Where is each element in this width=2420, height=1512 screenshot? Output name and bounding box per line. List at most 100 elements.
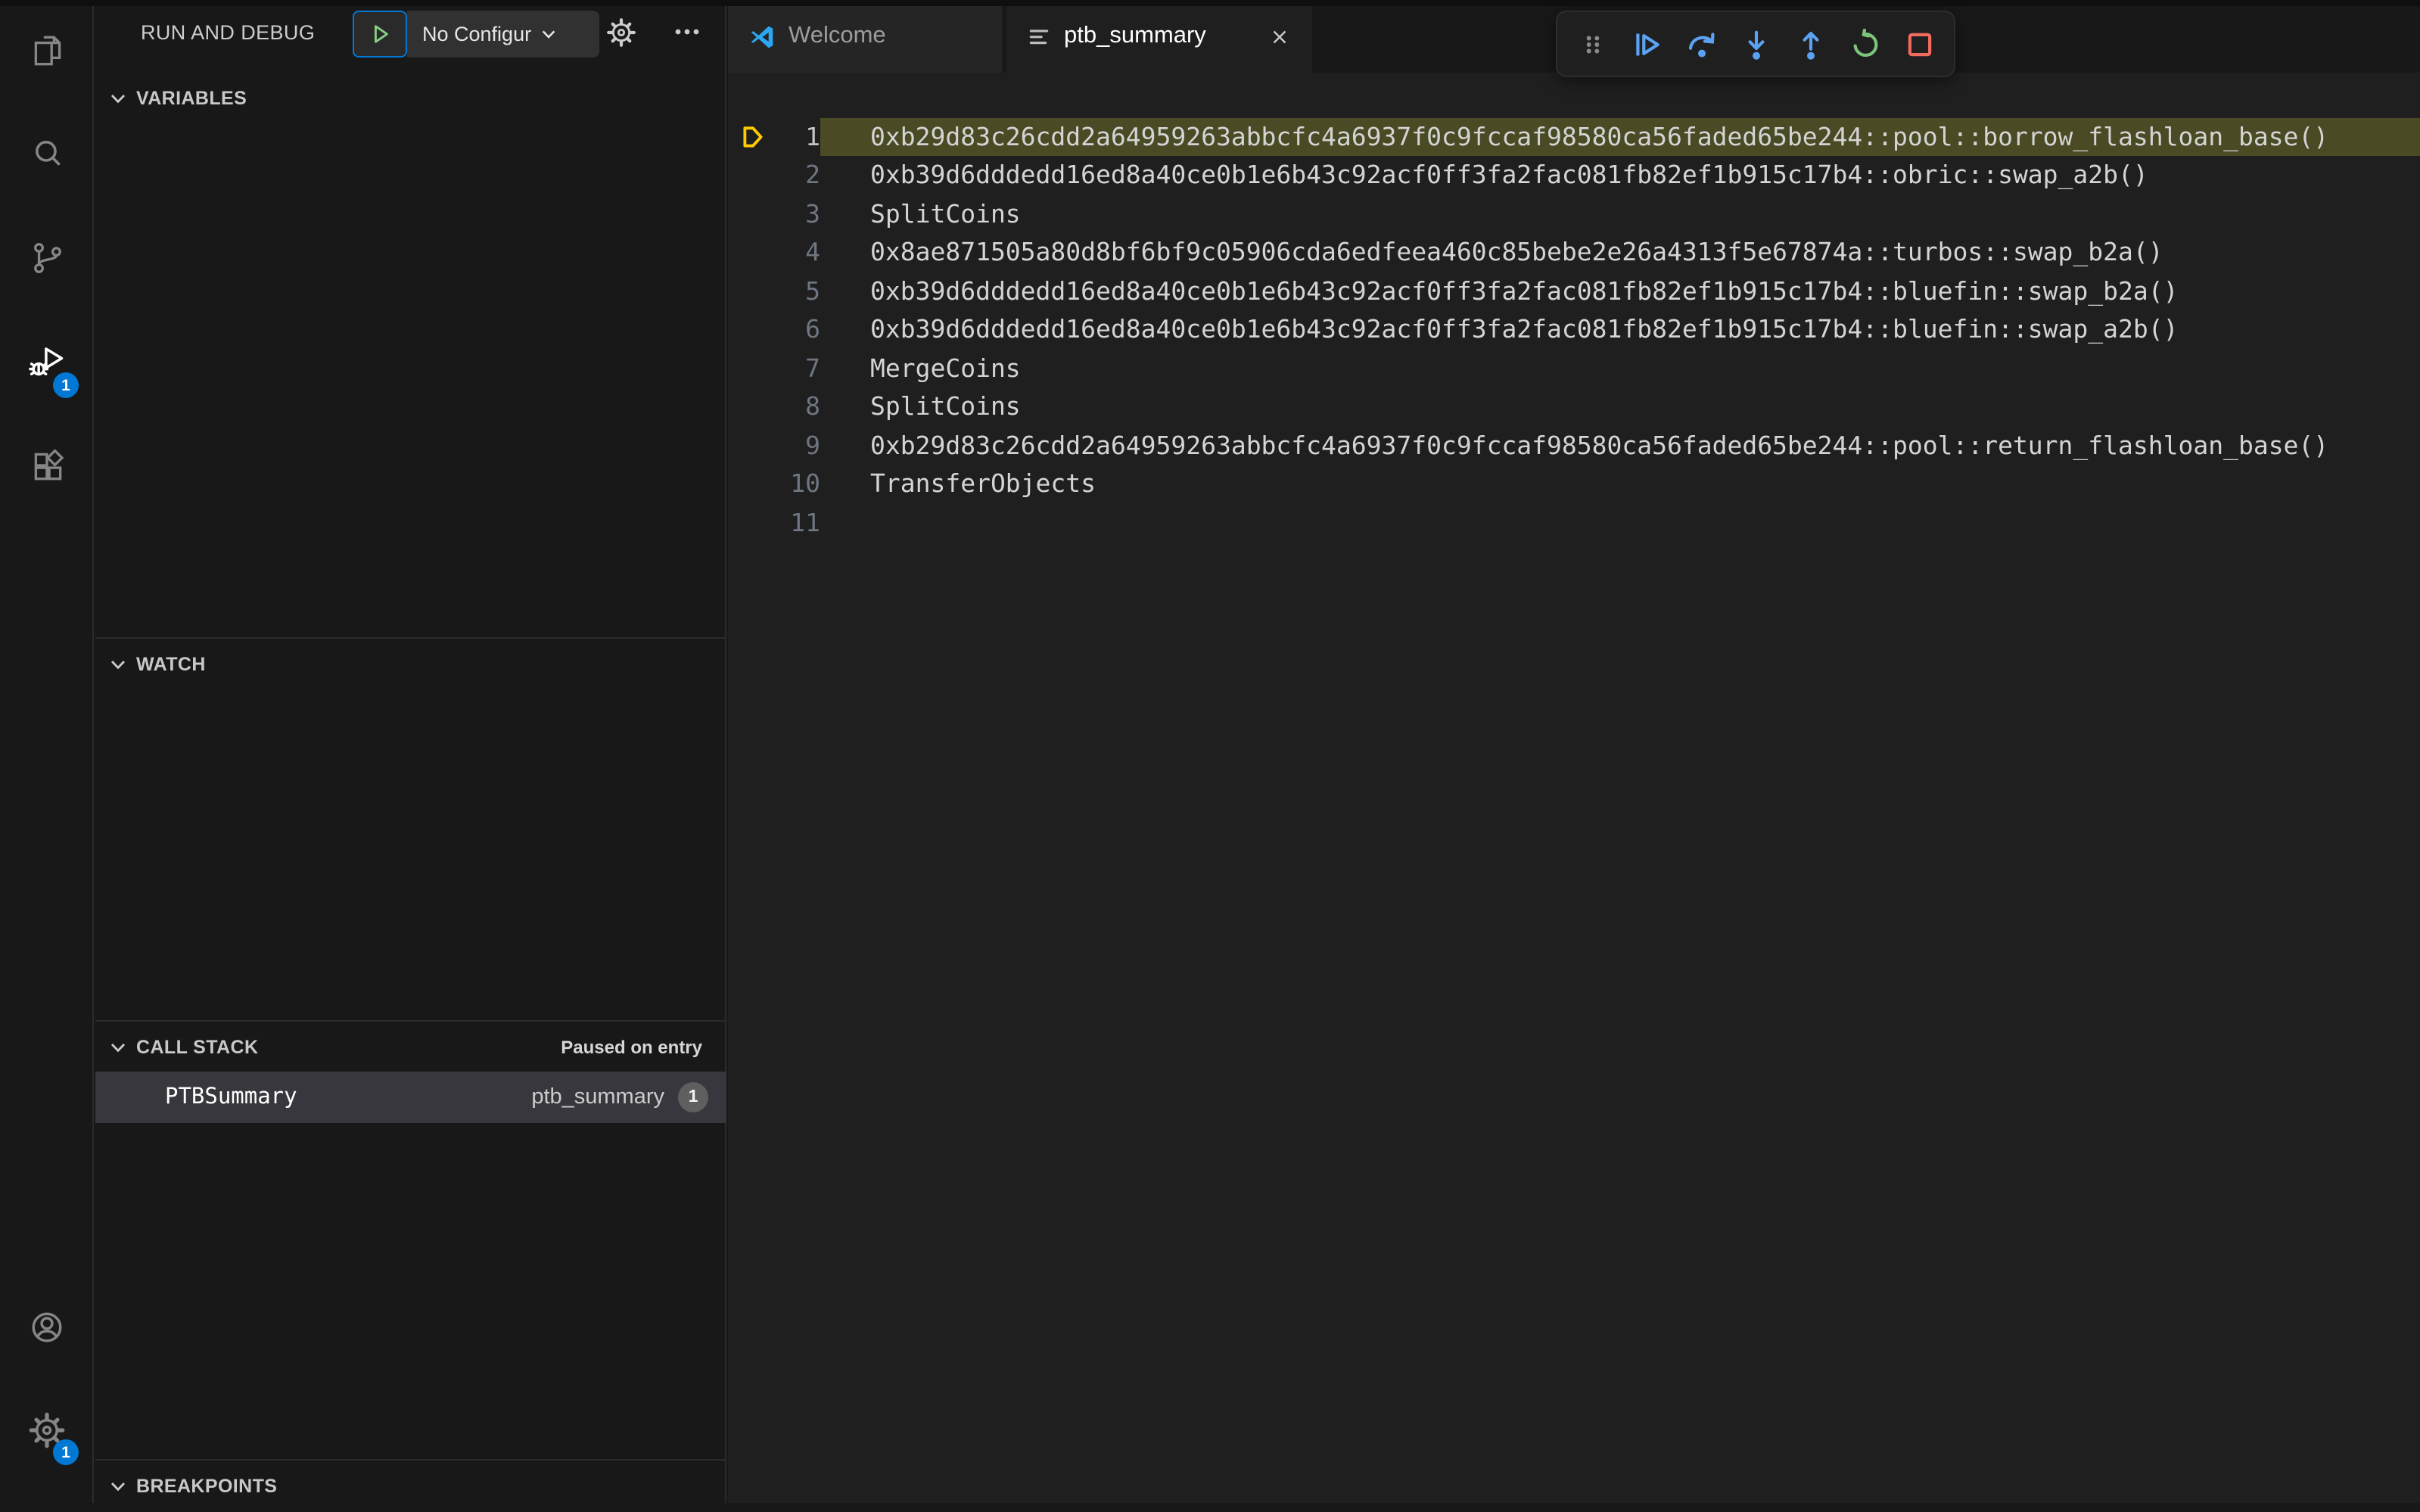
- code-line-template: [728, 79, 2420, 117]
- section-header-variables[interactable]: VARIABLES: [95, 73, 726, 124]
- tab-close-button[interactable]: [1264, 21, 1294, 51]
- section-label: BREAKPOINTS: [136, 1476, 278, 1497]
- line-text: [820, 79, 2420, 117]
- line-number: 8: [805, 392, 820, 421]
- sidebar-item-search[interactable]: [0, 114, 94, 192]
- line-number: 4: [805, 238, 820, 266]
- line-number: [728, 79, 820, 117]
- stack-frame-name: PTBSummary: [165, 1085, 297, 1109]
- manage-button[interactable]: 1: [0, 1391, 94, 1470]
- step-into-button[interactable]: [1730, 17, 1781, 71]
- sidebar-header: RUN AND DEBUG No Configur: [95, 0, 725, 67]
- files-icon: [33, 35, 61, 65]
- chevron-down-icon: [110, 1482, 126, 1492]
- account-button[interactable]: [0, 1288, 94, 1367]
- line-number: 5: [805, 276, 820, 305]
- line-text: 0xb39d6dddedd16ed8a40ce0b1e6b43c92acf0ff…: [870, 276, 2179, 305]
- extensions-icon: [33, 448, 64, 480]
- code-line: 9 0xb29d83c26cdd2a64959263abbcfc4a6937f0…: [728, 426, 2420, 465]
- line-text: 0xb29d83c26cdd2a64959263abbcfc4a6937f0c9…: [870, 431, 2329, 459]
- chevron-down-icon: [110, 95, 126, 104]
- open-launch-json-button[interactable]: [605, 17, 637, 56]
- code-editor[interactable]: 1 0xb29d83c26cdd2a64959263abbcfc4a6937f0…: [728, 73, 2420, 1503]
- section-label: CALL STACK: [136, 1037, 259, 1058]
- continue-icon: [1635, 33, 1659, 55]
- tab-label: ptb_summary: [1064, 23, 1206, 48]
- line-text: SplitCoins: [870, 392, 1021, 421]
- line-text: MergeCoins: [870, 353, 1021, 382]
- run-and-debug-sidebar: RUN AND DEBUG No Configur VARIABLES WATC…: [95, 0, 726, 1503]
- debug-toolbar-drag-handle[interactable]: [1566, 17, 1618, 71]
- continue-button[interactable]: [1621, 17, 1672, 71]
- line-text: SplitCoins: [870, 199, 1021, 228]
- code-line: 10 TransferObjects: [728, 465, 2420, 503]
- launch-control: No Configur: [353, 11, 599, 58]
- section-header-call-stack[interactable]: CALL STACK Paused on entry: [95, 1022, 726, 1073]
- restart-icon: [1852, 28, 1877, 57]
- sidebar-title: RUN AND DEBUG: [141, 21, 316, 44]
- restart-button[interactable]: [1839, 17, 1890, 71]
- code-line: 3 SplitCoins: [728, 194, 2420, 233]
- debug-configuration-label: No Configur: [422, 23, 532, 45]
- stack-frame-line-badge: 1: [678, 1082, 708, 1112]
- line-number: 3: [805, 199, 820, 228]
- tab-welcome[interactable]: Welcome: [728, 0, 1003, 73]
- vscode-logo-icon: [751, 25, 773, 48]
- code-line: 2 0xb39d6dddedd16ed8a40ce0b1e6b43c92acf0…: [728, 156, 2420, 194]
- section-header-breakpoints[interactable]: BREAKPOINTS: [95, 1461, 726, 1512]
- section-header-watch[interactable]: WATCH: [95, 639, 726, 690]
- list-file-icon: [1029, 29, 1049, 44]
- line-text: 0xb39d6dddedd16ed8a40ce0b1e6b43c92acf0ff…: [870, 315, 2179, 344]
- debug-configuration-dropdown[interactable]: No Configur: [407, 11, 599, 58]
- sidebar-item-explorer[interactable]: [0, 11, 94, 89]
- views-and-more-actions-button[interactable]: [673, 21, 701, 50]
- debug-toolbar: [1556, 11, 1955, 77]
- tab-label: Welcome: [789, 23, 886, 48]
- vscode-window: 1 1 RUN AND DEBUG No Configur VARIABLES …: [0, 0, 2420, 1503]
- search-icon: [35, 140, 60, 165]
- line-text: [820, 503, 2420, 542]
- stop-button[interactable]: [1893, 17, 1945, 71]
- step-over-icon: [1687, 32, 1714, 57]
- source-control-icon: [33, 242, 61, 273]
- step-out-icon: [1802, 30, 1818, 59]
- call-stack-status: Paused on entry: [561, 1037, 702, 1058]
- more-actions-icon: [675, 29, 699, 35]
- code-line: 5 0xb39d6dddedd16ed8a40ce0b1e6b43c92acf0…: [728, 272, 2420, 310]
- section-label: VARIABLES: [136, 88, 247, 109]
- tab-ptb-summary[interactable]: ptb_summary: [1006, 0, 1312, 73]
- sidebar-item-extensions[interactable]: [0, 425, 94, 504]
- line-text: 0x8ae871505a80d8bf6bf9c05906cda6edfeea46…: [870, 238, 2163, 266]
- manage-badge: 1: [53, 1439, 79, 1465]
- line-text: TransferObjects: [870, 469, 1096, 498]
- chevron-down-icon: [110, 661, 126, 670]
- code-line: 7 MergeCoins: [728, 349, 2420, 387]
- code-line: 1 0xb29d83c26cdd2a64959263abbcfc4a6937f0…: [728, 117, 2420, 156]
- sidebar-item-run-and-debug[interactable]: 1: [0, 324, 94, 403]
- section-label: WATCH: [136, 654, 206, 675]
- close-icon: [1272, 30, 1286, 43]
- start-debugging-button[interactable]: [353, 11, 407, 58]
- gear-icon: [607, 18, 636, 47]
- play-icon: [374, 25, 387, 43]
- call-stack-frame-row[interactable]: PTBSummary ptb_summary 1: [95, 1072, 726, 1123]
- chevron-down-icon: [542, 30, 555, 39]
- sidebar-item-source-control[interactable]: [0, 218, 94, 297]
- step-into-icon: [1747, 30, 1764, 59]
- line-number: 11: [790, 508, 820, 537]
- gripper-icon: [1585, 35, 1599, 53]
- code-line: 4 0x8ae871505a80d8bf6bf9c05906cda6edfeea…: [728, 233, 2420, 272]
- code-line: 8 SplitCoins: [728, 387, 2420, 426]
- account-icon: [32, 1312, 62, 1342]
- step-over-button[interactable]: [1675, 17, 1727, 71]
- current-step-marker-icon: [743, 126, 763, 147]
- stack-frame-file: ptb_summary: [531, 1085, 664, 1109]
- debug-badge: 1: [53, 372, 79, 398]
- stop-icon: [1907, 32, 1931, 56]
- line-number: 7: [805, 353, 820, 382]
- line-number: 9: [805, 431, 820, 459]
- step-out-button[interactable]: [1784, 17, 1836, 71]
- code-line: 6 0xb39d6dddedd16ed8a40ce0b1e6b43c92acf0…: [728, 310, 2420, 349]
- line-number: 10: [790, 469, 820, 498]
- line-text: 0xb29d83c26cdd2a64959263abbcfc4a6937f0c9…: [820, 117, 2420, 156]
